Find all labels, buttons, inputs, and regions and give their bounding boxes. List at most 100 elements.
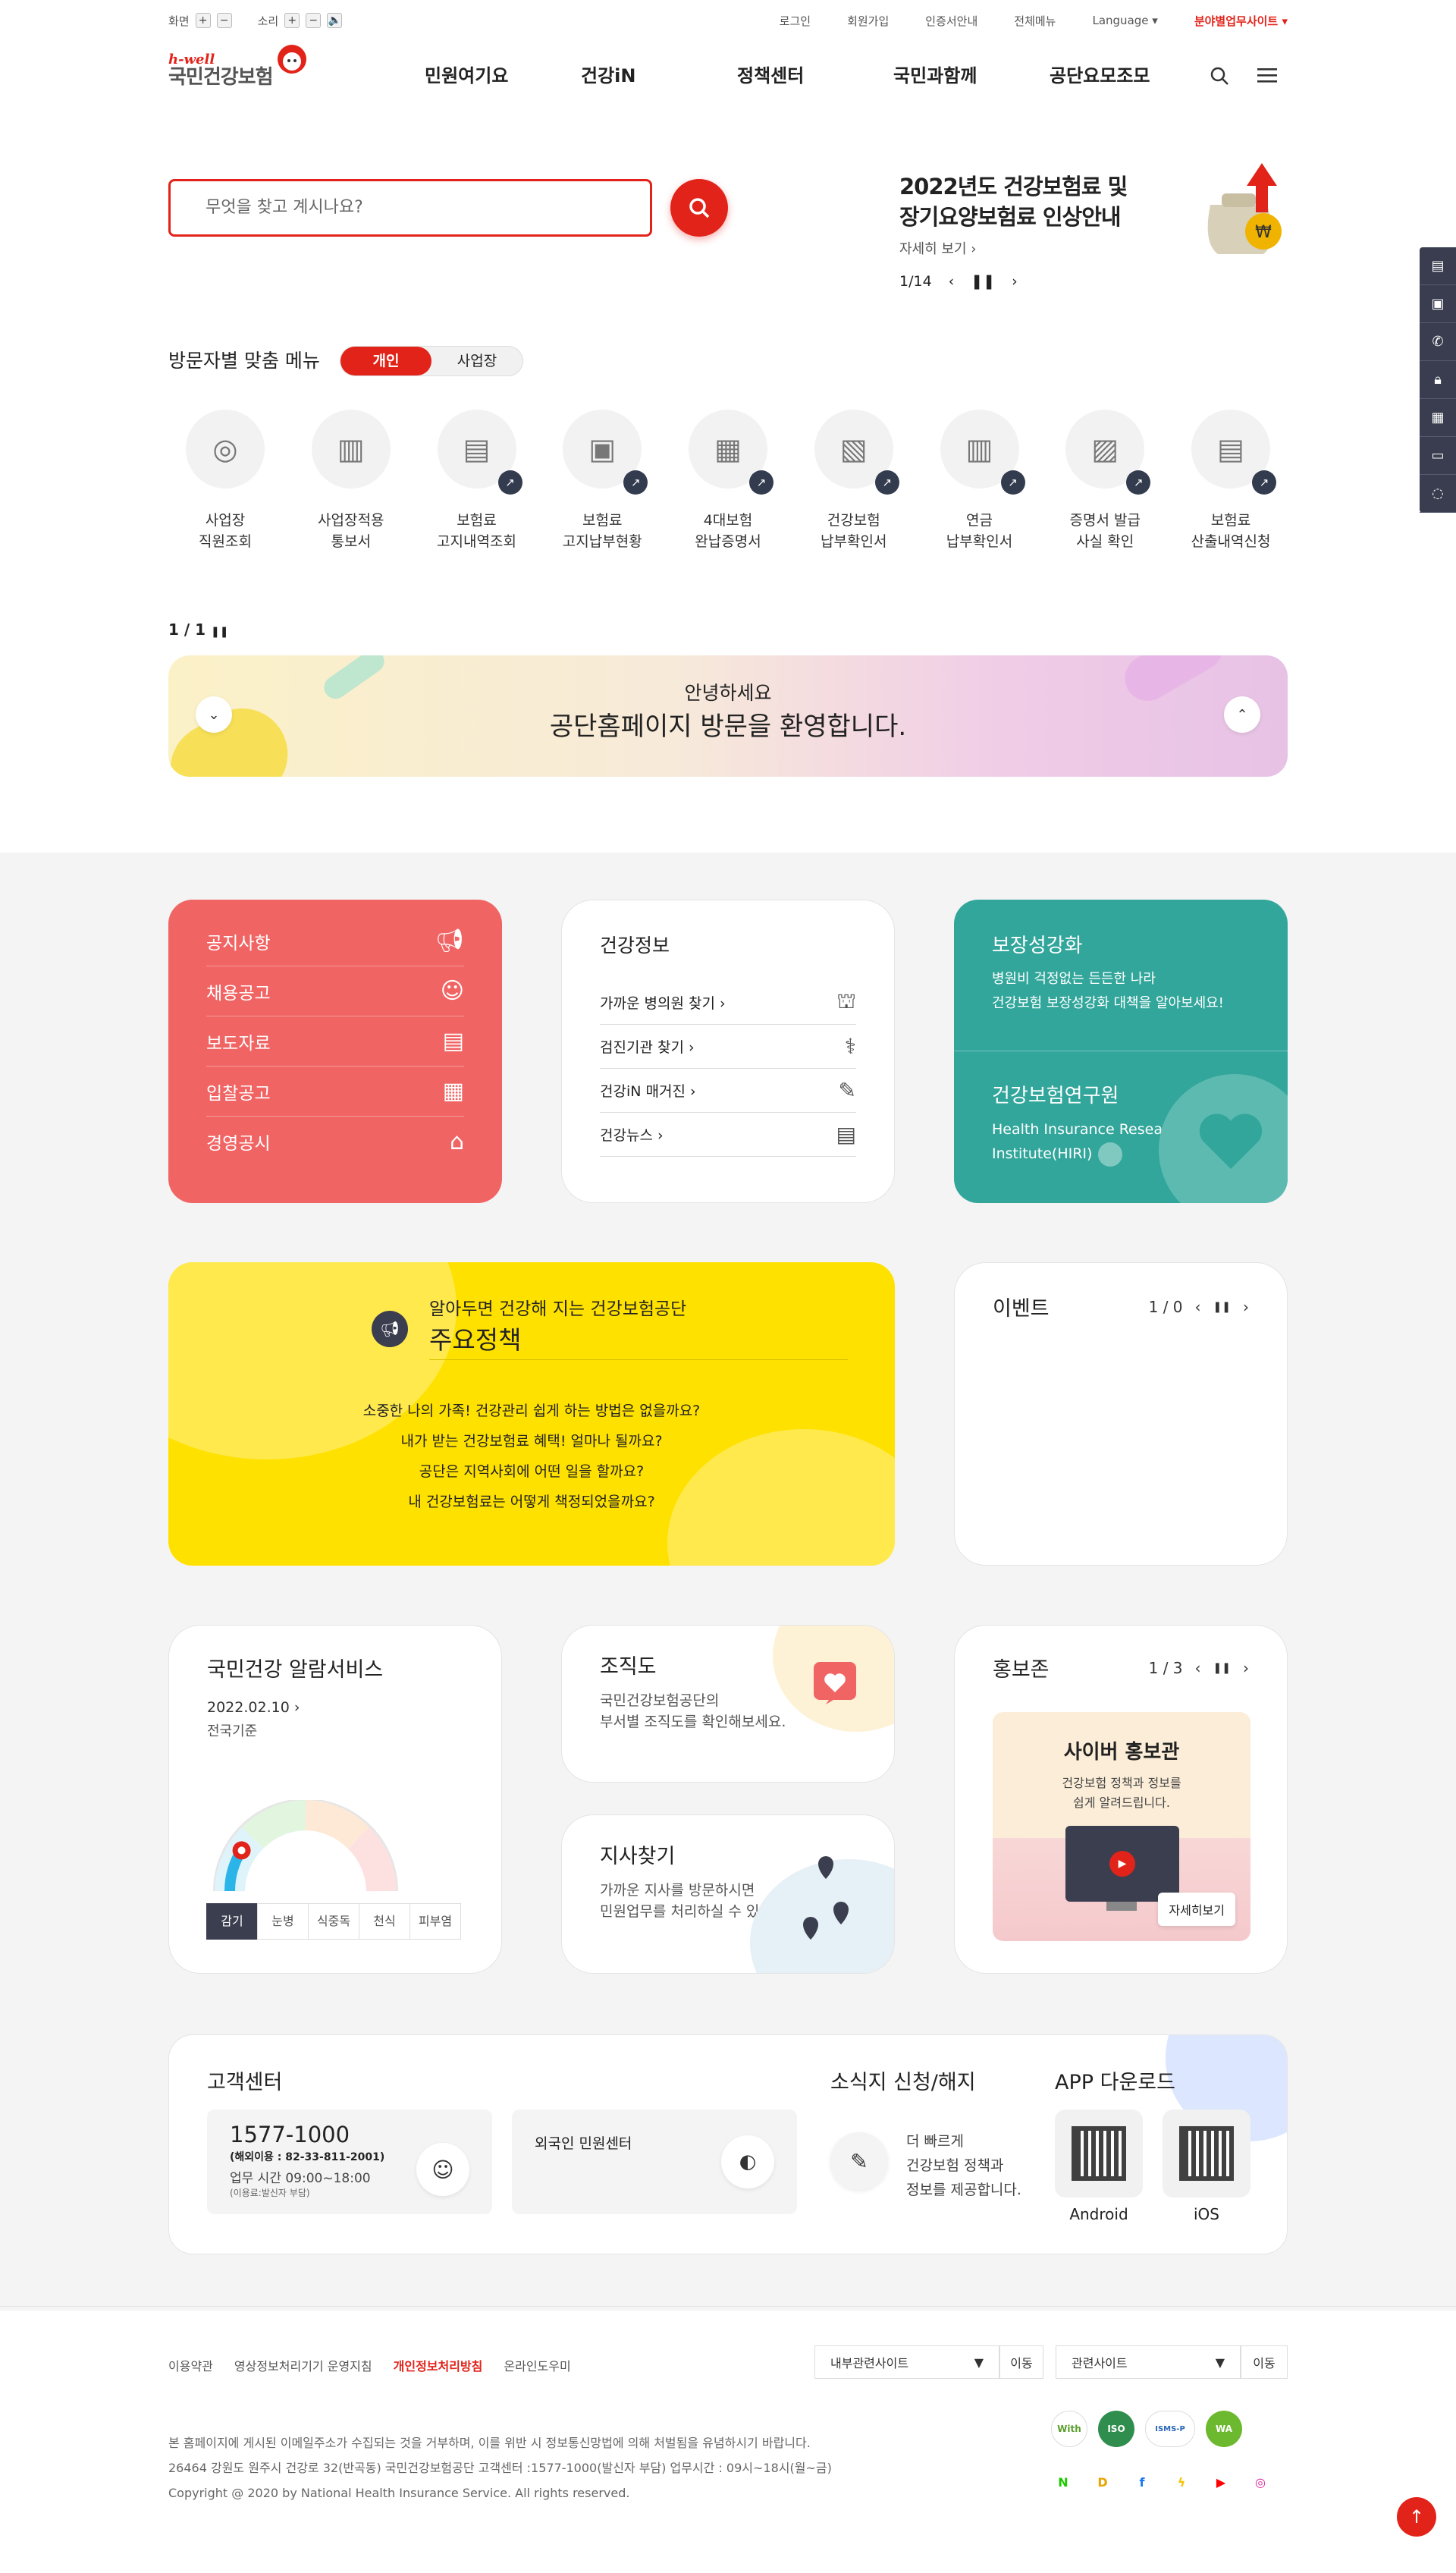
notice-more-link[interactable]: 자세히 보기 › (899, 238, 1150, 258)
quick-lock-icon[interactable]: 🔒︎ (1420, 361, 1456, 399)
policy-question[interactable]: 내가 받는 건강보험료 혜택! 얼마나 될까요? (168, 1426, 895, 1456)
scroll-top-button[interactable]: ↑ (1397, 2497, 1436, 2537)
service-item[interactable]: ◎ 사업장 직원조회 (168, 410, 282, 552)
ios-qr-code[interactable] (1163, 2110, 1250, 2198)
cyber-promo-banner[interactable]: 사이버 홍보관 건강보험 정책과 정보를 쉽게 알려드립니다. ▶ 자세히보기 (993, 1712, 1250, 1941)
facebook-icon[interactable]: f (1130, 2470, 1154, 2494)
kakao-icon[interactable]: ϟ (1169, 2470, 1194, 2494)
policy-question[interactable]: 내 건강보험료는 어떻게 책정되었을까요? (168, 1487, 895, 1517)
tab-cold[interactable]: 감기 (206, 1903, 258, 1940)
menu-bid[interactable]: 입찰공고 ▦ (206, 1067, 464, 1117)
android-label[interactable]: Android (1055, 2205, 1143, 2223)
cert-link[interactable]: 인증서안내 (925, 13, 977, 29)
tab-skin[interactable]: 피부염 (410, 1903, 461, 1940)
call-center-box[interactable]: 1577-1000 (해외이용 : 82-33-811-2001) 업무 시간 … (207, 2110, 492, 2214)
login-link[interactable]: 로그인 (780, 13, 811, 29)
internal-site-select[interactable]: 내부관련사이트 ▼ (814, 2345, 999, 2379)
prev-icon[interactable]: ‹ (1195, 1659, 1201, 1677)
youtube-icon[interactable]: ▶ (1209, 2470, 1233, 2494)
quick-chat-icon[interactable]: ◌ (1420, 475, 1456, 513)
newsletter-icon[interactable]: ✎ (830, 2132, 888, 2190)
pause-icon[interactable]: ❚❚ (211, 626, 228, 638)
menu-press[interactable]: 보도자료 ▤ (206, 1016, 464, 1067)
quick-card-icon[interactable]: ▭ (1420, 437, 1456, 475)
branch-finder-card[interactable]: 지사찾기 가까운 지사를 방문하시면 민원업무를 처리하실 수 있습니다. (561, 1814, 895, 1974)
footer-link-privacy[interactable]: 개인정보처리방침 (394, 2356, 483, 2374)
next-icon[interactable]: › (1243, 1659, 1249, 1677)
service-item[interactable]: ▥ 사업장적용 통보서 (294, 410, 408, 552)
health-link-news[interactable]: 건강뉴스 › ▤ (600, 1113, 856, 1157)
menu-icon[interactable] (1257, 67, 1279, 85)
menu-notice[interactable]: 공지사항 📢︎ (206, 916, 464, 966)
speaker-icon[interactable]: 🔈 (327, 13, 343, 28)
health-link-magazine[interactable]: 건강iN 매거진 › ✎ (600, 1069, 856, 1113)
sound-up-button[interactable]: + (284, 13, 300, 28)
alarm-date-link[interactable]: 2022.02.10 › (207, 1699, 463, 1716)
quick-file-icon[interactable]: ▦ (1420, 399, 1456, 437)
footer-link-helper[interactable]: 온라인도우미 (504, 2356, 570, 2374)
notice-title-2[interactable]: 장기요양보험료 인상안내 (899, 204, 1122, 230)
search-button[interactable] (670, 179, 728, 237)
quick-doc-icon[interactable]: ▤ (1420, 247, 1456, 285)
screen-zoom-in-button[interactable]: + (195, 13, 211, 28)
next-icon[interactable]: › (1243, 1298, 1249, 1316)
pause-icon[interactable]: ❚❚ (1213, 1301, 1231, 1313)
tab-personal[interactable]: 개인 (340, 347, 431, 375)
internal-site-go-button[interactable]: 이동 (999, 2345, 1043, 2379)
menu-recruit[interactable]: 채용공고 ☺ (206, 966, 464, 1016)
promo-more-button[interactable]: 자세히보기 (1158, 1893, 1235, 1926)
instagram-icon[interactable]: ◎ (1248, 2470, 1272, 2494)
banner-collapse-button[interactable]: ⌃ (1224, 696, 1260, 733)
notice-title-1[interactable]: 2022년도 건강보험료 및 (899, 174, 1128, 199)
pause-icon[interactable]: ❚❚ (971, 273, 995, 290)
service-item[interactable]: ▤ ↗ 보험료 고지내역조회 (420, 410, 534, 552)
coverage-link[interactable]: 보장성강화 병원비 걱정없는 든든한 나라 건강보험 보장성강화 대책을 알아보세… (954, 900, 1288, 1051)
quick-phone-icon[interactable]: ✆ (1420, 323, 1456, 361)
service-item[interactable]: ▤ ↗ 보험료 산출내역신청 (1174, 410, 1288, 552)
tab-asthma[interactable]: 천식 (359, 1903, 410, 1940)
allmenu-link[interactable]: 전체메뉴 (1014, 13, 1056, 29)
next-icon[interactable]: › (1012, 273, 1018, 290)
tab-eye[interactable]: 눈병 (257, 1903, 309, 1940)
naver-icon[interactable]: N (1051, 2470, 1075, 2494)
policy-question[interactable]: 공단은 지역사회에 어떤 일을 할까요? (168, 1456, 895, 1487)
service-item[interactable]: ▦ ↗ 4대보험 완납증명서 (671, 410, 785, 552)
search-input[interactable]: 무엇을 찾고 계시나요? (168, 179, 652, 237)
sound-down-button[interactable]: − (306, 13, 322, 28)
foreigner-center-box[interactable]: 외국인 민원센터 ◐ (512, 2110, 797, 2214)
policy-question[interactable]: 소중한 나의 가족! 건강관리 쉽게 하는 방법은 없을까요? (168, 1396, 895, 1426)
org-chart-card[interactable]: 조직도 국민건강보험공단의 부서별 조직도를 확인해보세요. (561, 1625, 895, 1783)
screen-zoom-out-button[interactable]: − (216, 13, 232, 28)
banner-expand-button[interactable]: ⌄ (196, 696, 232, 733)
footer-link-cctv[interactable]: 영상정보처리기기 운영지침 (234, 2356, 372, 2374)
blog-icon[interactable]: D (1090, 2470, 1115, 2494)
pause-icon[interactable]: ❚❚ (1213, 1662, 1231, 1674)
join-link[interactable]: 회원가입 (847, 13, 889, 29)
service-item[interactable]: ▣ ↗ 보험료 고지납부현황 (545, 410, 659, 552)
android-qr-code[interactable] (1055, 2110, 1143, 2198)
ios-label[interactable]: iOS (1163, 2205, 1250, 2223)
footer-link-terms[interactable]: 이용약관 (168, 2356, 213, 2374)
search-icon[interactable] (1209, 65, 1230, 86)
nav-item-together[interactable]: 국민과함께 (893, 61, 1050, 87)
tab-business[interactable]: 사업장 (431, 347, 522, 375)
related-site-select[interactable]: 관련사이트 ▼ (1056, 2345, 1241, 2379)
service-item[interactable]: ▥ ↗ 연금 납부확인서 (923, 410, 1037, 552)
health-link-checkup[interactable]: 검진기관 찾기 › ⚕ (600, 1025, 856, 1069)
nav-item-civil[interactable]: 민원여기요 (425, 61, 581, 87)
service-item[interactable]: ▨ ↗ 증명서 발급 사실 확인 (1048, 410, 1162, 552)
nav-item-health-in[interactable]: 건강iN (581, 61, 737, 87)
health-link-hospital[interactable]: 가까운 병의원 찾기 › ⛫ (600, 981, 856, 1025)
service-item[interactable]: ▧ ↗ 건강보험 납부확인서 (797, 410, 911, 552)
nav-item-about[interactable]: 공단요모조모 (1050, 61, 1206, 87)
language-dropdown[interactable]: Language ▾ (1092, 14, 1157, 27)
prev-icon[interactable]: ‹ (1195, 1298, 1201, 1316)
quick-monitor-icon[interactable]: ▣ (1420, 285, 1456, 323)
biz-site-dropdown[interactable]: 분야별업무사이트 ▾ (1194, 13, 1288, 29)
prev-icon[interactable]: ‹ (949, 273, 955, 290)
related-site-go-button[interactable]: 이동 (1241, 2345, 1288, 2379)
site-logo[interactable]: h-well 국민건강보험 (168, 45, 312, 97)
menu-management[interactable]: 경영공시 ⌂ (206, 1117, 464, 1167)
nav-item-policy[interactable]: 정책센터 (737, 61, 893, 87)
tab-food[interactable]: 식중독 (308, 1903, 359, 1940)
